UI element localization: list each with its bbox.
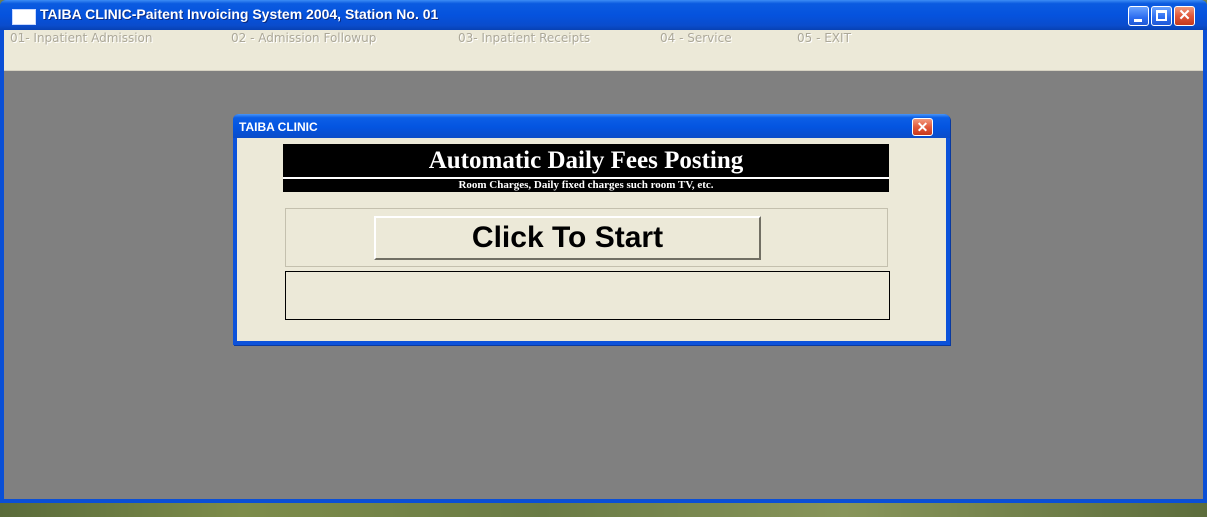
maximize-button[interactable]: [1151, 6, 1172, 26]
toolbar-strip: [4, 46, 1203, 71]
menu-item-inpatient-receipts[interactable]: 03- Inpatient Receipts: [458, 31, 590, 45]
close-button[interactable]: ✕: [1174, 6, 1195, 26]
banner-title: Automatic Daily Fees Posting: [428, 147, 744, 174]
menu-bar: 01- Inpatient Admission 02 - Admission F…: [4, 30, 1203, 46]
desktop-background: [0, 503, 1207, 517]
minimize-button[interactable]: [1128, 6, 1149, 26]
menu-item-exit[interactable]: 05 - EXIT: [797, 31, 851, 45]
dialog-title: TAIBA CLINIC: [239, 120, 318, 134]
click-to-start-button[interactable]: Click To Start: [374, 216, 761, 260]
maximize-icon: [1156, 10, 1167, 21]
dialog-close-button[interactable]: ✕: [912, 118, 933, 136]
close-icon: ✕: [1178, 7, 1191, 24]
dialog-title-bar[interactable]: TAIBA CLINIC ✕: [233, 114, 950, 138]
window-title: TAIBA CLINIC-Paitent Invoicing System 20…: [40, 6, 439, 22]
fees-posting-dialog: TAIBA CLINIC ✕ Automatic Daily Fees Post…: [233, 114, 950, 345]
main-window: TAIBA CLINIC-Paitent Invoicing System 20…: [0, 0, 1207, 503]
menu-item-admission-followup[interactable]: 02 - Admission Followup: [231, 31, 376, 45]
banner-subtitle: Room Charges, Daily fixed charges such r…: [458, 179, 714, 191]
title-bar[interactable]: TAIBA CLINIC-Paitent Invoicing System 20…: [0, 0, 1207, 30]
app-icon[interactable]: [12, 9, 36, 25]
dialog-body: Automatic Daily Fees Posting Room Charge…: [237, 138, 946, 341]
minimize-icon: [1134, 19, 1142, 22]
start-button-frame: Click To Start: [285, 208, 888, 267]
menu-item-service[interactable]: 04 - Service: [660, 31, 732, 45]
header-banner: Automatic Daily Fees Posting Room Charge…: [283, 144, 889, 192]
status-box: [285, 271, 890, 320]
close-icon: ✕: [916, 119, 929, 135]
menu-item-inpatient-admission[interactable]: 01- Inpatient Admission: [10, 31, 153, 45]
